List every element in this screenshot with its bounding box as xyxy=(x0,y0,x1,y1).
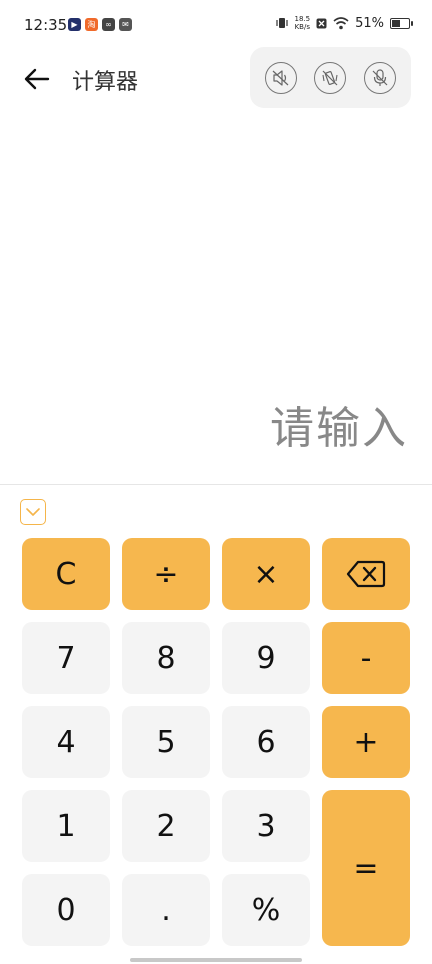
sound-toolbar xyxy=(250,47,411,108)
key-4[interactable]: 4 xyxy=(22,706,110,778)
expression-display[interactable]: 请输入 xyxy=(270,392,408,456)
voice-toggle-button[interactable] xyxy=(364,61,397,94)
percent-key[interactable]: % xyxy=(222,874,310,946)
app-header: 计算器 xyxy=(0,47,432,110)
minus-key[interactable]: - xyxy=(322,622,410,694)
key-1[interactable]: 1 xyxy=(22,790,110,862)
network-speed-value: 18.5 xyxy=(294,15,311,23)
status-bar: 12:35 ▶ 淘 ∞ ✉ 18.5 KB/s 51% xyxy=(0,0,432,50)
key-5[interactable]: 5 xyxy=(122,706,210,778)
plus-key[interactable]: + xyxy=(322,706,410,778)
battery-percent: 51% xyxy=(355,15,384,31)
divide-key[interactable]: ÷ xyxy=(122,538,210,610)
backspace-key[interactable] xyxy=(322,538,410,610)
back-button[interactable] xyxy=(20,62,54,96)
key-3[interactable]: 3 xyxy=(222,790,310,862)
chevron-down-icon xyxy=(26,507,40,516)
video-app-icon: ▶ xyxy=(68,18,81,31)
key-7[interactable]: 7 xyxy=(22,622,110,694)
backspace-icon xyxy=(346,560,386,588)
key-9[interactable]: 9 xyxy=(222,622,310,694)
arrow-left-icon xyxy=(24,68,50,90)
multiply-key[interactable]: × xyxy=(222,538,310,610)
vibrate-toggle-button[interactable] xyxy=(314,61,347,94)
equals-key[interactable]: = xyxy=(322,790,410,946)
key-2[interactable]: 2 xyxy=(122,790,210,862)
page-title: 计算器 xyxy=(72,70,139,95)
status-time: 12:35 xyxy=(24,16,68,34)
mic-off-icon xyxy=(372,68,388,86)
notification-icons: ▶ 淘 ∞ ✉ xyxy=(68,18,132,31)
decimal-key[interactable]: . xyxy=(122,874,210,946)
speaker-toggle-button[interactable] xyxy=(264,61,297,94)
key-8[interactable]: 8 xyxy=(122,622,210,694)
vibrate-off-icon xyxy=(322,70,339,85)
clear-key[interactable]: C xyxy=(22,538,110,610)
collapse-keypad-button[interactable] xyxy=(20,499,46,525)
home-indicator[interactable] xyxy=(130,958,302,962)
network-speed: 18.5 KB/s xyxy=(295,15,311,31)
link-app-icon: ∞ xyxy=(102,18,115,31)
vibrate-status-icon xyxy=(275,18,288,28)
network-speed-unit: KB/s xyxy=(294,23,310,31)
wifi-icon xyxy=(333,16,349,29)
key-6[interactable]: 6 xyxy=(222,706,310,778)
battery-icon xyxy=(390,17,413,29)
speaker-muted-icon xyxy=(272,69,289,86)
battery-level-fill xyxy=(392,19,400,27)
status-indicators: 18.5 KB/s 51% xyxy=(275,15,413,31)
store-app-icon: 淘 xyxy=(85,18,98,31)
no-sim-icon xyxy=(316,18,327,28)
display-divider xyxy=(0,484,432,485)
mail-app-icon: ✉ xyxy=(119,18,132,31)
key-0[interactable]: 0 xyxy=(22,874,110,946)
